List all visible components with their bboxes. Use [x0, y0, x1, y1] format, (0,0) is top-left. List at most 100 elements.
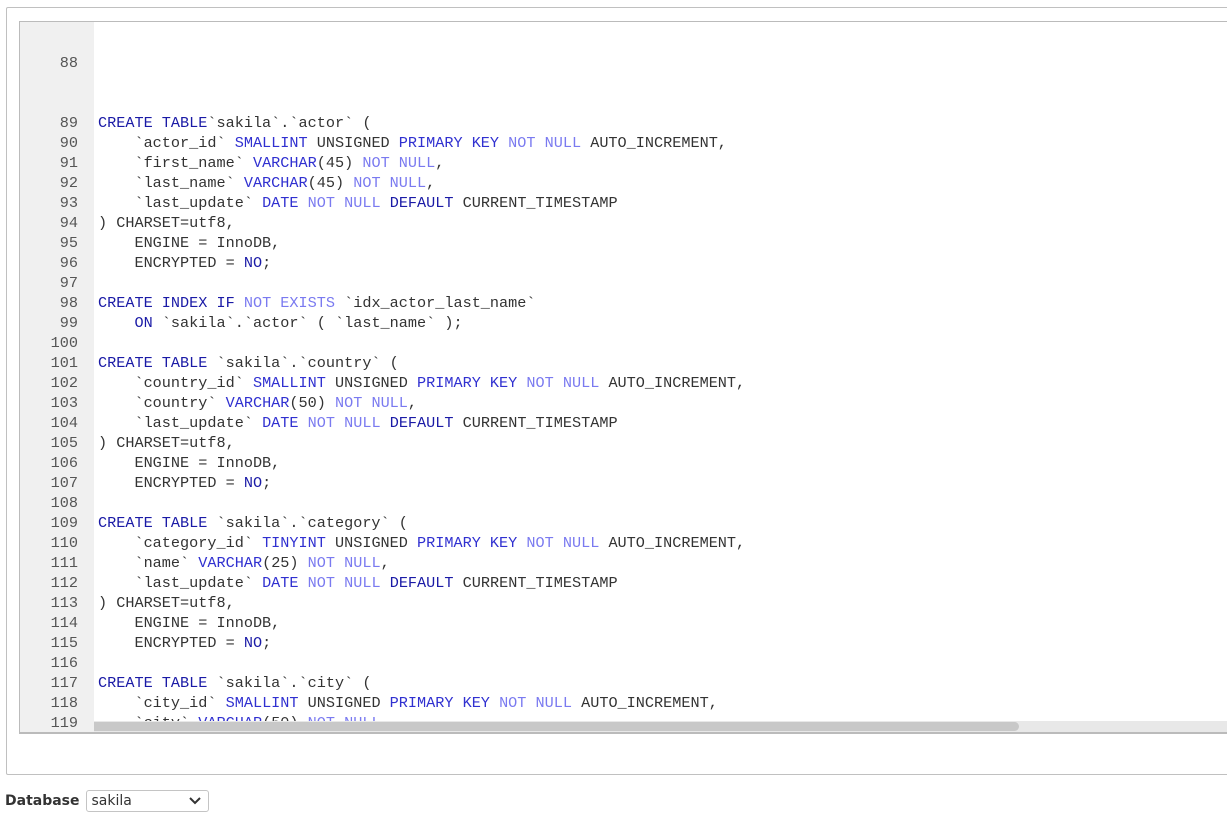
line-number: 91: [59, 154, 78, 172]
sql-text: (45): [316, 154, 363, 172]
horizontal-scrollbar-thumb[interactable]: [94, 722, 1019, 731]
sql-keyword: DEFAULT: [389, 414, 454, 432]
line-number: 112: [50, 574, 78, 592]
code-line: 105 ) CHARSET=utf8,: [20, 433, 1037, 453]
code-text: `country` VARCHAR(50) NOT NULL,: [98, 393, 417, 413]
code-text: ENGINE = InnoDB,: [98, 453, 280, 473]
sql-keyword: VARCHAR: [198, 554, 263, 572]
code-text: CREATE TABLE `sakila`.`country` (: [98, 353, 399, 373]
code-text: ) CHARSET=utf8,: [98, 593, 235, 613]
database-select[interactable]: sakila: [85, 790, 209, 812]
sql-text: (45): [307, 174, 354, 192]
sql-text: ) CHARSET=utf8,: [98, 434, 235, 452]
line-number: 119: [50, 714, 78, 732]
sql-text: UNSIGNED: [298, 694, 390, 712]
code-text: ON `sakila`.`actor` ( `last_name` );: [98, 313, 463, 333]
sql-text: `sakila`.`city` (: [207, 674, 372, 692]
sql-text: ) CHARSET=utf8,: [98, 214, 235, 232]
sql-text: (50): [289, 394, 335, 412]
line-number: 92: [59, 174, 78, 192]
code-line: 120 `country_id` SMALLINT UNSIGNED NOT N…: [20, 733, 1037, 734]
code-line: 104 `last_update` DATE NOT NULL DEFAULT …: [20, 413, 1037, 433]
code-line: 107 ENCRYPTED = NO;: [20, 473, 1037, 493]
code-text: `last_update` DATE NOT NULL DEFAULT CURR…: [98, 413, 618, 433]
sql-text: ,: [435, 154, 445, 172]
sql-keyword: DEFAULT: [389, 194, 454, 212]
sql-keyword: NOT NULL: [307, 414, 381, 432]
sql-text: `name`: [98, 554, 199, 572]
code-text: `category_id` TINYINT UNSIGNED PRIMARY K…: [98, 533, 745, 553]
code-line: 91 `first_name` VARCHAR(45) NOT NULL,: [20, 153, 1037, 173]
line-number: 117: [50, 674, 78, 692]
code-line: 93 `last_update` DATE NOT NULL DEFAULT C…: [20, 193, 1037, 213]
code-text: ENGINE = InnoDB,: [98, 613, 280, 633]
sql-code-editor[interactable]: 88 89 CREATE TABLE`sakila`.`actor` (90 `a…: [19, 21, 1227, 734]
code-text: CREATE INDEX IF NOT EXISTS `idx_actor_la…: [98, 293, 536, 313]
sql-text: CURRENT_TIMESTAMP: [453, 414, 618, 432]
sql-text: ;: [262, 634, 272, 652]
line-number: 89: [59, 114, 78, 132]
code-text: `name` VARCHAR(25) NOT NULL,: [98, 553, 390, 573]
sql-text: ,: [380, 554, 390, 572]
code-line: 103 `country` VARCHAR(50) NOT NULL,: [20, 393, 1037, 413]
sql-keyword: SMALLINT: [252, 374, 326, 392]
sql-keyword: NOT NULL: [335, 394, 408, 412]
sql-text: `last_update`: [98, 574, 263, 592]
line-number: 108: [50, 494, 78, 512]
sql-keyword: DEFAULT: [389, 574, 454, 592]
code-line: 96 ENCRYPTED = NO;: [20, 253, 1037, 273]
code-line: 89 CREATE TABLE`sakila`.`actor` (: [20, 113, 1037, 133]
code-text: ENGINE = InnoDB,: [98, 233, 280, 253]
line-number: 99: [59, 314, 78, 332]
sql-text: ,: [407, 394, 418, 412]
horizontal-scrollbar[interactable]: [94, 721, 1227, 732]
sql-text: `city_id`: [98, 694, 226, 712]
code-text: `last_name` VARCHAR(45) NOT NULL,: [98, 173, 435, 193]
line-number: 94: [59, 214, 78, 232]
sql-keyword: NO: [243, 254, 263, 272]
sql-text: `sakila`.`actor` ( `last_name` );: [152, 314, 463, 332]
code-text: `country_id` SMALLINT UNSIGNED PRIMARY K…: [98, 373, 745, 393]
line-number: 106: [50, 454, 78, 472]
database-selector-row: Database sakila: [5, 790, 209, 812]
sql-text: AUTO_INCREMENT,: [599, 374, 746, 392]
line-number: 103: [50, 394, 78, 412]
line-number: 111: [50, 554, 78, 572]
line-number: 90: [59, 134, 78, 152]
code-text: ) CHARSET=utf8,: [98, 213, 235, 233]
line-number: 105: [50, 434, 78, 452]
code-line: 116: [20, 653, 1037, 673]
code-text: `last_update` DATE NOT NULL DEFAULT CURR…: [98, 573, 617, 593]
sql-keyword: NOT NULL: [353, 174, 427, 192]
sql-keyword: NOT NULL: [362, 154, 436, 172]
line-number: 95: [59, 234, 78, 252]
code-lines: 88 89 CREATE TABLE`sakila`.`actor` (90 `a…: [20, 22, 1037, 734]
code-line: 90 `actor_id` SMALLINT UNSIGNED PRIMARY …: [20, 133, 1037, 153]
code-text: `actor_id` SMALLINT UNSIGNED PRIMARY KEY…: [98, 133, 726, 153]
line-number: 120: [20, 733, 98, 734]
sql-text: `sakila`.`country` (: [207, 354, 399, 372]
code-line: 99 ON `sakila`.`actor` ( `last_name` );: [20, 313, 1037, 333]
line-number: 97: [59, 274, 78, 292]
sql-keyword: DATE: [262, 574, 299, 592]
code-line: 88: [20, 53, 1037, 73]
sql-keyword: DATE: [262, 194, 299, 212]
sql-keyword: NOT NULL: [526, 534, 600, 552]
code-line: 102 `country_id` SMALLINT UNSIGNED PRIMA…: [20, 373, 1037, 393]
sql-keyword: NOT NULL: [307, 574, 381, 592]
sql-keyword: TINYINT: [262, 534, 326, 552]
code-text: `country_id` SMALLINT UNSIGNED NOT NULL,: [98, 733, 499, 734]
line-number: 113: [50, 594, 78, 612]
code-text: `city_id` SMALLINT UNSIGNED PRIMARY KEY …: [98, 693, 717, 713]
line-number: 110: [50, 534, 78, 552]
sql-keyword: NOT NULL: [526, 374, 600, 392]
line-number: 96: [59, 254, 78, 272]
sql-keyword: NOT NULL: [499, 694, 572, 712]
chevron-down-icon: [188, 797, 201, 805]
code-line: 100: [20, 333, 1037, 353]
